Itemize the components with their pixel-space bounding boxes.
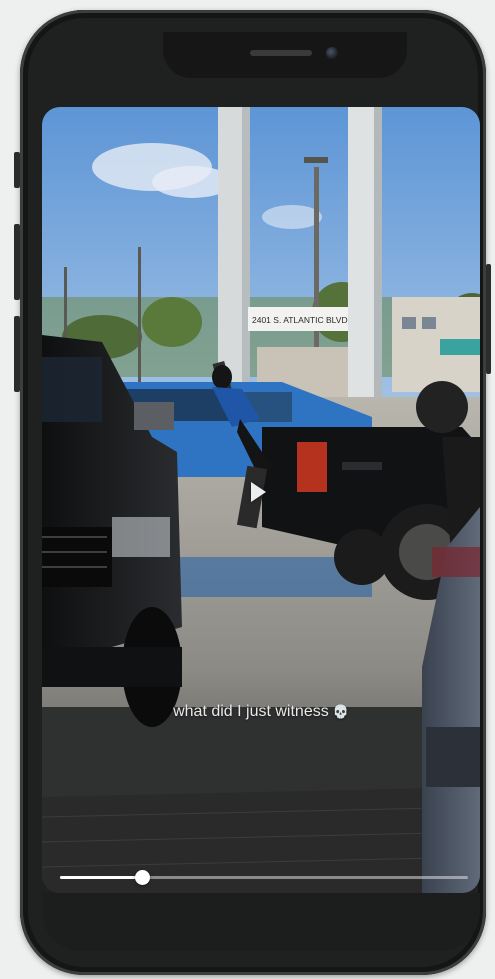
video-caption: what did I just witness 💀 bbox=[42, 703, 480, 721]
power-button bbox=[486, 264, 491, 374]
phone-chin bbox=[42, 893, 480, 951]
volume-down-button bbox=[14, 316, 20, 392]
silent-switch bbox=[14, 152, 20, 188]
volume-up-button bbox=[14, 224, 20, 300]
earpiece-speaker bbox=[250, 50, 312, 56]
seek-progress bbox=[60, 876, 142, 879]
play-icon[interactable] bbox=[251, 482, 266, 502]
caption-text: what did I just witness bbox=[173, 703, 329, 720]
seek-thumb[interactable] bbox=[134, 870, 150, 885]
front-camera bbox=[326, 47, 338, 59]
video-player[interactable]: 2401 S. ATLANTIC BLVD what did I just wi… bbox=[42, 107, 480, 893]
skull-emoji: 💀 bbox=[332, 704, 349, 719]
seek-bar[interactable] bbox=[60, 870, 468, 885]
dealership-sign: 2401 S. ATLANTIC BLVD bbox=[252, 315, 348, 325]
